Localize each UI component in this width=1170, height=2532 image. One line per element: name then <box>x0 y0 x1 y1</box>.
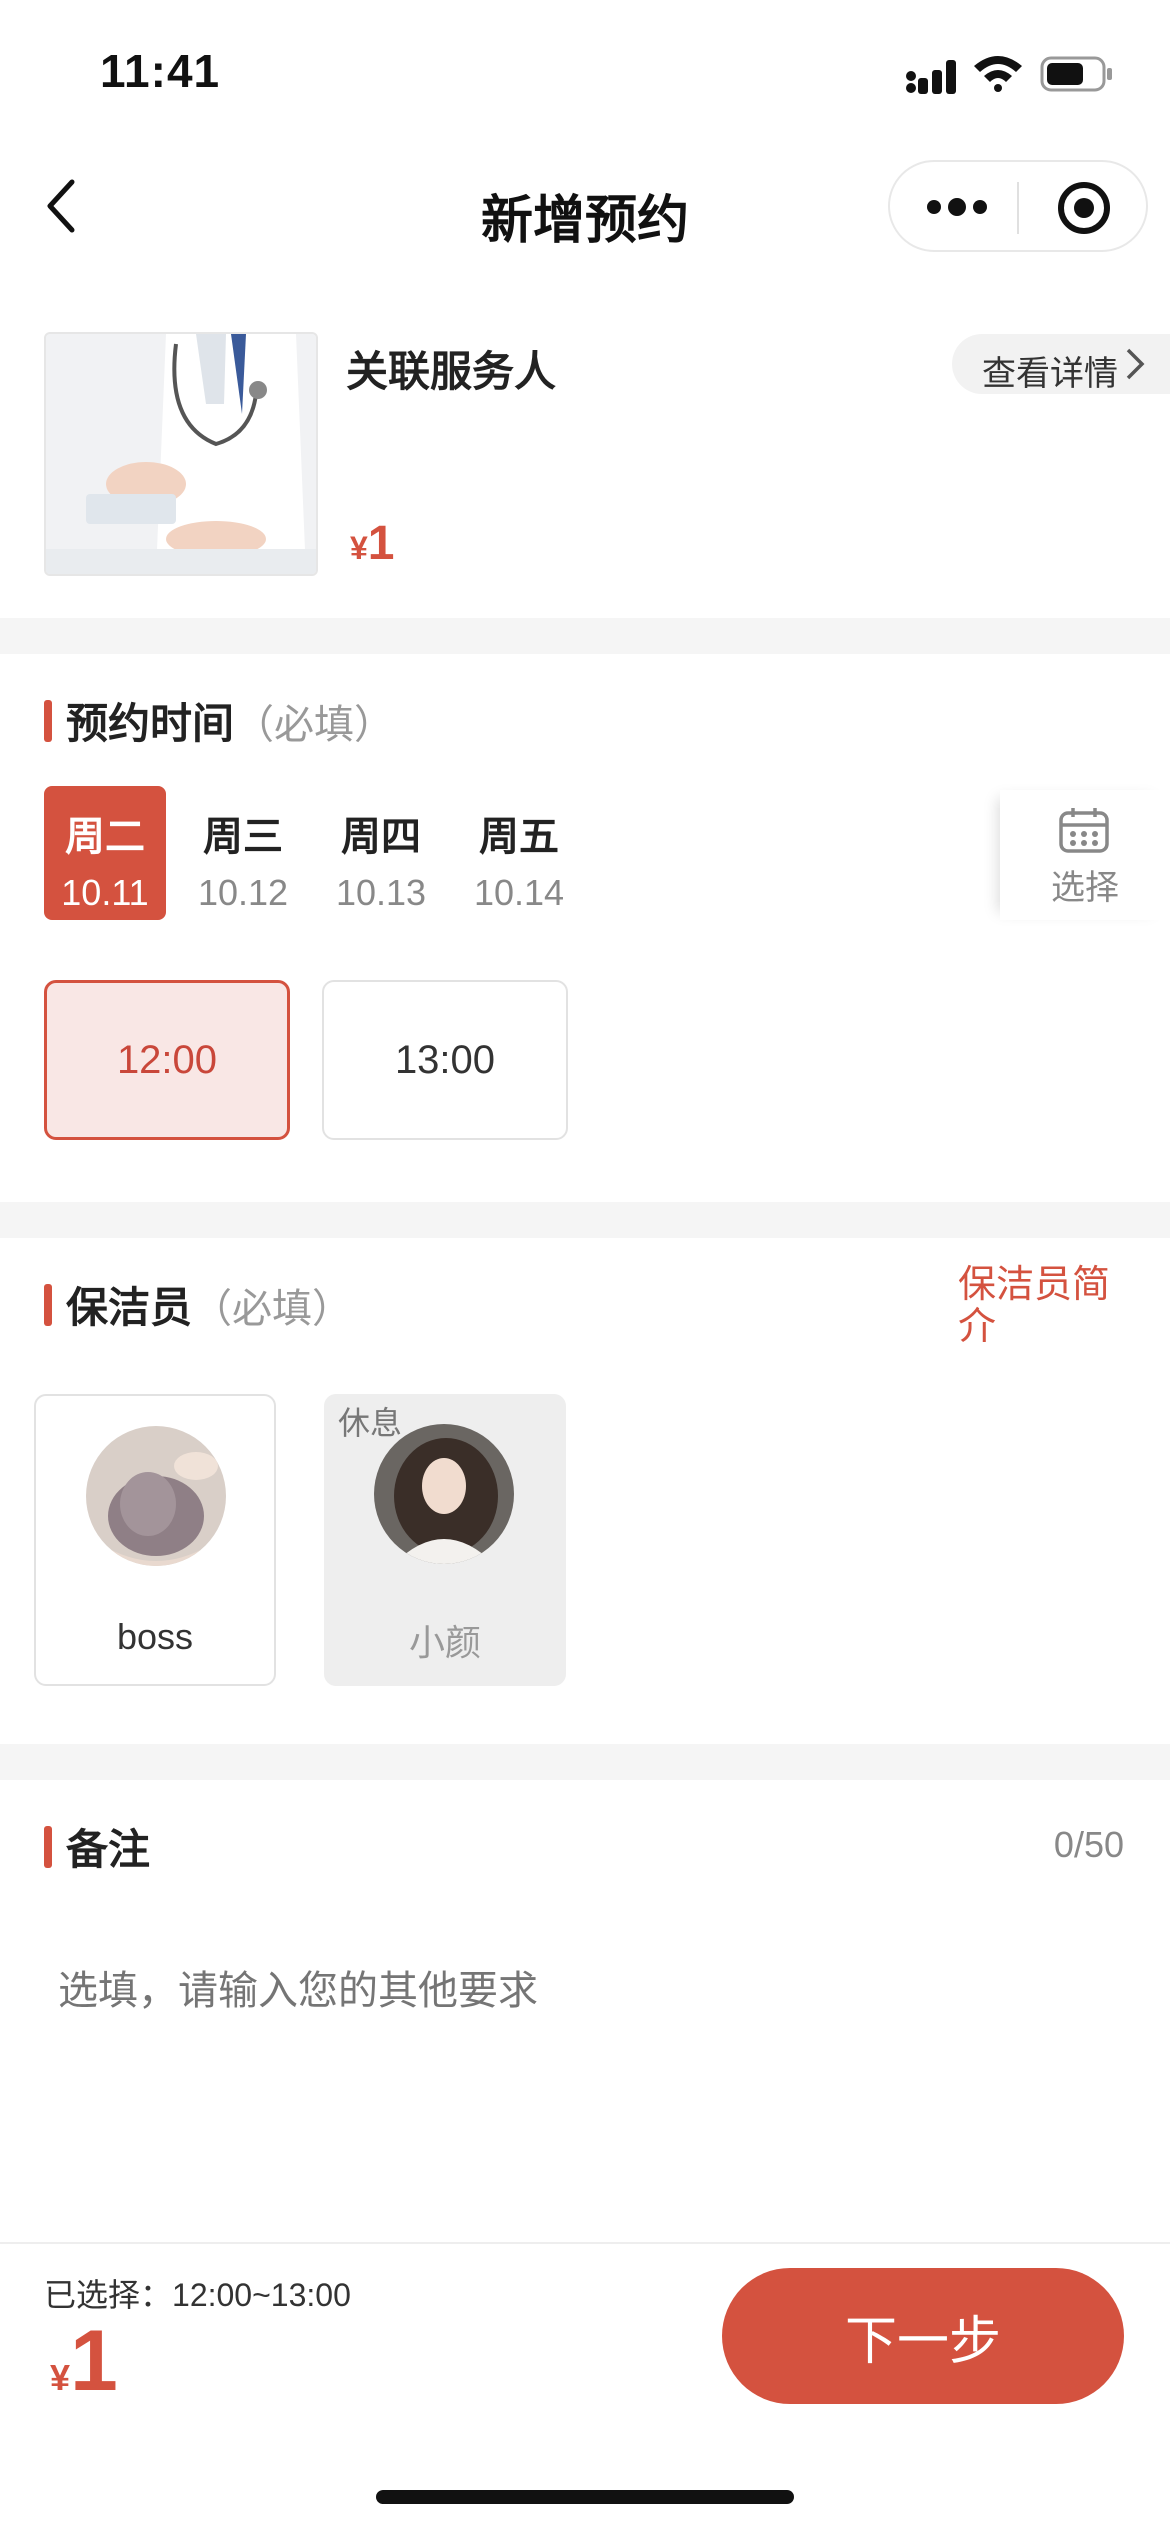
section-divider <box>0 1202 1170 1238</box>
cellular-signal-icon <box>905 56 961 99</box>
home-indicator <box>376 2490 794 2504</box>
cleaner-heading: 保洁员（必填） <box>66 1274 352 1335</box>
service-image <box>44 332 318 576</box>
more-button[interactable] <box>924 184 990 230</box>
selected-label: 已选择： <box>44 2277 173 2313</box>
avatar <box>86 1426 226 1566</box>
calendar-select-button[interactable]: 选择 <box>1000 790 1170 920</box>
battery-icon <box>1040 56 1114 97</box>
date-num: 10.13 <box>335 872 427 913</box>
date-num: 10.14 <box>473 872 565 913</box>
cleaner-intro-link[interactable]: 保洁员简介 <box>958 1264 1128 1348</box>
avatar <box>374 1424 514 1564</box>
calendar-icon <box>1058 806 1110 859</box>
calendar-select-label: 选择 <box>1051 869 1119 907</box>
capsule-divider <box>1017 182 1019 234</box>
total-currency: ¥ <box>50 2357 71 2398</box>
date-day: 周三 <box>203 815 283 859</box>
total-price: ¥1 <box>50 2312 118 2411</box>
staff-card-boss[interactable]: boss <box>34 1394 276 1686</box>
date-num: 10.11 <box>61 872 149 913</box>
cleaner-required: （必填） <box>192 1287 353 1331</box>
service-price: ¥1 <box>350 516 395 571</box>
section-accent-bar <box>44 1826 52 1868</box>
date-day: 周二 <box>65 815 145 859</box>
booking-time-title: 预约时间 <box>66 700 235 747</box>
date-item-1014[interactable]: 周五 10.14 <box>458 786 580 920</box>
footer-divider <box>0 2242 1170 2244</box>
chevron-right-icon <box>1124 346 1146 387</box>
remark-input[interactable] <box>44 1944 1152 2232</box>
service-price-value: 1 <box>367 517 395 570</box>
wifi-icon <box>972 52 1024 97</box>
date-item-1011[interactable]: 周二 10.11 <box>44 786 166 920</box>
staff-name: 小颜 <box>408 1622 481 1663</box>
detail-label: 查看详情 <box>982 355 1118 393</box>
total-price-value: 1 <box>70 2313 118 2409</box>
booking-time-heading: 预约时间（必填） <box>66 690 394 751</box>
detail-button[interactable]: 查看详情 <box>952 334 1170 394</box>
section-divider <box>0 618 1170 654</box>
section-divider <box>0 1744 1170 1780</box>
date-num: 10.12 <box>197 872 289 913</box>
rest-label: 休息 <box>338 1405 403 1441</box>
next-step-button[interactable]: 下一步 <box>722 2268 1124 2404</box>
date-day: 周四 <box>341 815 421 859</box>
staff-name: boss <box>116 1616 194 1657</box>
section-accent-bar <box>44 1284 52 1326</box>
service-name: 关联服务人 <box>346 348 557 395</box>
time-slot-1200[interactable]: 12:00 <box>44 980 290 1140</box>
date-item-1013[interactable]: 周四 10.13 <box>320 786 442 920</box>
date-item-1012[interactable]: 周三 10.12 <box>182 786 304 920</box>
date-day: 周五 <box>479 815 559 859</box>
remark-title: 备注 <box>66 1826 151 1873</box>
cleaner-title: 保洁员 <box>66 1284 193 1331</box>
booking-time-required: （必填） <box>234 703 395 747</box>
staff-card-xiaoyan[interactable]: 休息 小颜 <box>324 1394 566 1686</box>
selected-value: 12:00~13:00 <box>172 2277 351 2313</box>
section-accent-bar <box>44 700 52 742</box>
selected-summary: 已选择：12:00~13:00 <box>44 2270 351 2316</box>
close-target-icon[interactable] <box>1054 178 1114 238</box>
service-currency: ¥ <box>350 530 368 566</box>
time-slot-1300[interactable]: 13:00 <box>322 980 568 1140</box>
remark-counter: 0/50 <box>1053 1824 1124 1865</box>
status-time: 11:41 <box>100 45 221 97</box>
